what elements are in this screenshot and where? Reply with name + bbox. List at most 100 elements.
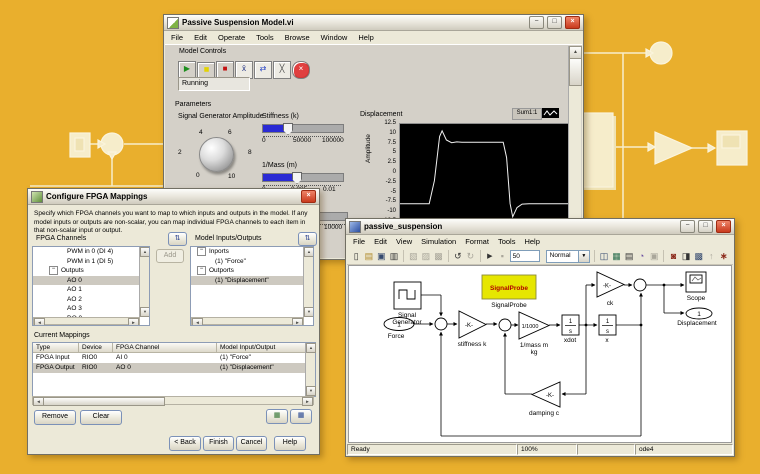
scroll-thumb[interactable] [43,397,165,406]
simulation-mode-select[interactable]: Normal ▼ [545,249,590,263]
collapse-icon[interactable]: − [197,266,206,275]
tree-item[interactable]: AO 2 [33,295,149,305]
start-simulation-icon[interactable]: ▶ [485,250,496,263]
fpga-channels-tree[interactable]: PWM in 0 (DI 4) PWM in 1 (DI 5) − Outputs… [32,246,150,326]
model-canvas[interactable]: Signal Generator 1 Force -K- stiffness k… [348,265,732,443]
cancel-button[interactable]: Cancel [236,436,267,451]
scroll-up-icon[interactable]: ▲ [140,247,149,257]
clear-button[interactable]: Clear [80,410,122,425]
debug-icon[interactable]: ▤ [624,250,635,263]
scroll-down-icon[interactable]: ▼ [140,307,149,317]
scroll-right-icon[interactable]: ► [128,318,139,325]
menu-view[interactable]: View [396,237,412,246]
model-explorer-icon[interactable]: ▦ [611,250,622,263]
minimize-button[interactable]: − [529,16,544,29]
paste-icon[interactable]: ▩ [433,250,444,263]
maximize-button[interactable]: □ [547,16,562,29]
refresh-icon[interactable]: ◔ [636,250,647,263]
collapse-icon[interactable]: − [197,247,206,256]
tree-item[interactable]: PWM in 1 (DI 5) [33,257,149,267]
table-row-selected[interactable]: FPGA Output RIO0 AO 0 (1) "Displacement" [33,363,315,373]
scroll-left-icon[interactable]: ◄ [34,318,45,325]
scroll-right-icon[interactable]: ► [302,397,313,406]
tree-item[interactable]: PWM in 0 (DI 4) [33,247,149,257]
tree-hscrollbar[interactable]: ◄ ► [191,317,304,325]
current-mappings-table[interactable]: Type Device FPGA Channel Model Input/Output… [32,342,316,397]
table-row[interactable]: FPGA Input RIO0 AI 0 (1) "Force" [33,353,315,363]
table-edit-icon[interactable]: ▦ [290,409,312,424]
redo-icon[interactable]: ↻ [465,250,476,263]
finish-button[interactable]: Finish [203,436,234,451]
menu-edit[interactable]: Edit [374,237,387,246]
menu-tools[interactable]: Tools [256,33,274,42]
model-io-tree[interactable]: − Inports (1) "Force" − Outports (1) "Disp… [190,246,314,326]
sync-icon[interactable]: ⇄ [254,61,272,79]
remove-button[interactable]: Remove [34,410,76,425]
tree-item[interactable]: (1) "Force" [191,257,313,267]
close-button[interactable]: × [716,220,731,233]
scroll-thumb[interactable] [569,58,582,86]
scroll-up-icon[interactable]: ▲ [306,343,316,353]
signal-generator-block[interactable] [393,281,422,310]
menu-format[interactable]: Format [465,237,489,246]
menu-browse[interactable]: Browse [285,33,310,42]
menu-help[interactable]: Help [524,237,539,246]
snapshot-icon[interactable]: ▣ [649,250,660,263]
legend-waveform-icon[interactable] [542,108,559,118]
menu-file[interactable]: File [171,33,183,42]
sum3-block[interactable] [633,278,647,292]
stiffness-slider[interactable] [262,123,344,135]
chart-legend[interactable]: Sum1:1 [512,108,542,120]
scroll-left-icon[interactable]: ◄ [192,318,203,325]
tree-item-inports[interactable]: − Inports [191,247,313,257]
table-header[interactable]: Type Device FPGA Channel Model Input/Output [33,343,315,353]
dialog-titlebar[interactable]: Configure FPGA Mappings × [28,189,319,205]
hub-icon[interactable]: ∗ [719,250,730,263]
back-button[interactable]: < Back [169,436,201,451]
menu-file[interactable]: File [353,237,365,246]
add-button[interactable]: Add [156,249,184,263]
save-icon[interactable]: ▣ [376,250,387,263]
simulink-titlebar[interactable]: passive_suspension − □ × [346,219,734,235]
library-browser-icon[interactable]: ◫ [599,250,610,263]
tools-icon[interactable]: ╳ [273,61,291,79]
amplitude-knob[interactable] [199,137,234,172]
table-export-icon[interactable]: ▦ [266,409,288,424]
tree-item-outports[interactable]: − Outports [191,266,313,276]
menu-window[interactable]: Window [321,33,348,42]
labview-titlebar[interactable]: Passive Suspension Model.vi − □ × [164,15,583,31]
cut-icon[interactable]: ▧ [408,250,419,263]
scroll-right-icon[interactable]: ► [292,318,303,325]
menu-help[interactable]: Help [358,33,373,42]
stop-simulation-icon[interactable]: ▪ [497,250,508,263]
menu-tools[interactable]: Tools [498,237,516,246]
menu-simulation[interactable]: Simulation [421,237,456,246]
new-icon[interactable]: ▯ [351,250,362,263]
scroll-down-icon[interactable]: ▼ [304,307,313,317]
collapse-icon[interactable]: − [49,266,58,275]
mass-slider[interactable] [262,172,344,184]
tree-vscrollbar[interactable]: ▲ ▼ [139,247,149,317]
build-icon[interactable]: ◙ [668,250,679,263]
tree-hscrollbar[interactable]: ◄ ► [33,317,140,325]
scroll-down-icon[interactable]: ▼ [306,386,316,396]
close-button[interactable]: × [565,16,580,29]
tree-item-selected[interactable]: AO 0 [33,275,149,285]
menu-operate[interactable]: Operate [218,33,245,42]
print-icon[interactable]: ▥ [389,250,400,263]
undo-icon[interactable]: ↺ [453,250,464,263]
fpga-sort-icon[interactable]: ⇅ [168,232,187,246]
menu-edit[interactable]: Edit [194,33,207,42]
tree-item-outputs[interactable]: − Outputs [33,266,149,276]
table-vscrollbar[interactable]: ▲ ▼ [305,343,316,396]
table-hscrollbar[interactable]: ◄ ► [32,396,314,406]
up-icon[interactable]: ↑ [706,250,717,263]
dropdown-icon[interactable]: ▼ [577,250,589,262]
external-mode-icon[interactable]: ▩ [693,250,704,263]
minimize-button[interactable]: − [680,220,695,233]
tree-item-selected[interactable]: (1) "Displacement" [191,275,313,285]
open-icon[interactable]: ▤ [364,250,375,263]
help-button[interactable]: Help [274,436,306,451]
maximize-button[interactable]: □ [698,220,713,233]
sum2-block[interactable] [498,318,512,332]
